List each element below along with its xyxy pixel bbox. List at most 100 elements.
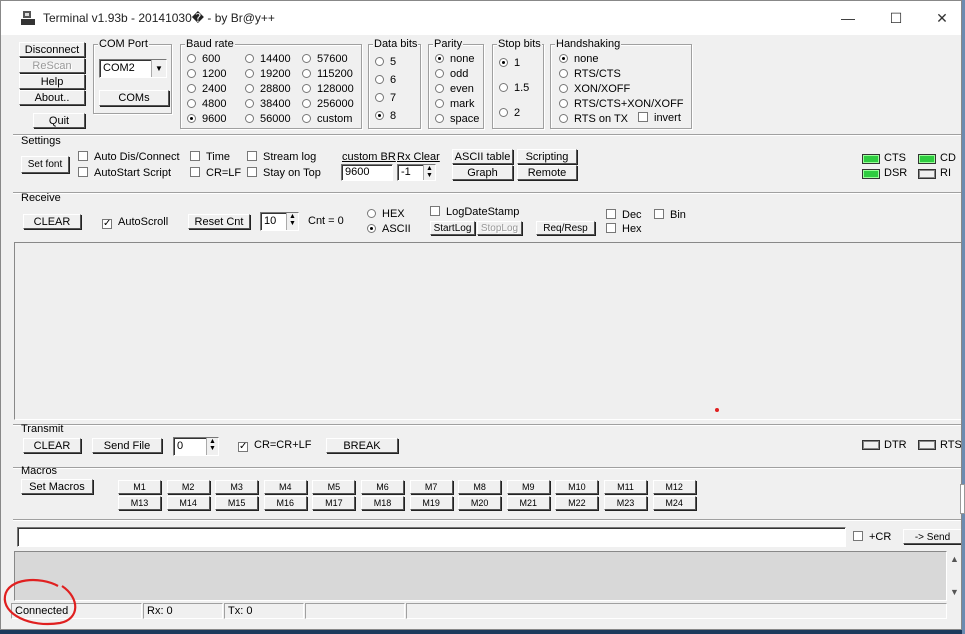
macro-button-m2[interactable]: M2 [166,480,210,494]
stop-bits-radio-1.5[interactable]: 1.5 [499,82,529,94]
send-file-button[interactable]: Send File [92,438,162,453]
help-button[interactable]: Help [19,74,85,89]
baud-radio-115200[interactable]: 115200 [302,68,353,80]
remote-button[interactable]: Remote [517,165,577,180]
quit-button[interactable]: Quit [33,113,85,128]
auto-dis-connect-checkbox[interactable]: Auto Dis/Connect [78,151,180,163]
scroll-up-icon[interactable]: ▲ [950,554,959,564]
send-input[interactable] [17,527,846,547]
req-resp-button[interactable]: Req/Resp [536,221,595,235]
cr-lf-checkbox[interactable]: CR=LF [190,167,241,179]
handshaking-radio-2[interactable]: XON/XOFF [559,83,630,95]
macro-button-m16[interactable]: M16 [263,496,307,510]
stop-bits-radio-1[interactable]: 1 [499,57,520,69]
macro-button-m17[interactable]: M17 [312,496,356,510]
baud-radio-57600[interactable]: 57600 [302,53,348,65]
plus-cr-checkbox[interactable]: +CR [853,531,891,543]
startlog-button[interactable]: StartLog [430,221,475,235]
break-button[interactable]: BREAK [326,438,398,453]
baud-radio-600[interactable]: 600 [187,53,220,65]
transmit-history-area[interactable] [14,551,947,601]
macro-button-m10[interactable]: M10 [555,480,599,494]
data-bits-radio-7[interactable]: 7 [375,92,396,104]
com-port-select[interactable]: COM2 ▼ [99,59,167,78]
transmit-spin-input[interactable]: 0 ▲ ▼ [173,437,219,456]
macro-button-m24[interactable]: M24 [652,496,696,510]
about-button[interactable]: About.. [19,90,85,105]
cr-crlf-checkbox[interactable]: ✓ CR=CR+LF [238,439,311,452]
send-button[interactable]: -> Send [903,529,961,544]
macro-button-m23[interactable]: M23 [604,496,647,510]
transmit-clear-button[interactable]: CLEAR [23,438,81,453]
macro-button-m21[interactable]: M21 [506,496,550,510]
macro-button-m5[interactable]: M5 [312,480,356,494]
macro-button-m22[interactable]: M22 [555,496,599,510]
macro-button-m11[interactable]: M11 [604,480,647,494]
baud-radio-128000[interactable]: 128000 [302,83,354,95]
rx-clear-input[interactable]: -1 ▲ ▼ [397,164,436,181]
macro-button-m18[interactable]: M18 [361,496,404,510]
scroll-down-icon[interactable]: ▼ [950,587,959,597]
parity-radio-mark[interactable]: mark [435,98,474,110]
graph-button[interactable]: Graph [452,165,513,180]
handshaking-radio-1[interactable]: RTS/CTS [559,68,621,80]
chevron-down-icon[interactable]: ▼ [151,60,166,77]
parity-radio-none[interactable]: none [435,53,474,65]
logdatestamp-checkbox[interactable]: LogDateStamp [430,206,519,218]
dec-checkbox[interactable]: Dec [606,209,642,221]
macro-button-m13[interactable]: M13 [118,496,161,510]
macro-button-m8[interactable]: M8 [458,480,502,494]
stoplog-button[interactable]: StopLog [477,221,522,235]
set-macros-button[interactable]: Set Macros [21,479,93,494]
macro-button-m9[interactable]: M9 [506,480,550,494]
hex-radio[interactable]: HEX [367,208,405,220]
disconnect-button[interactable]: Disconnect [19,42,85,57]
macro-button-m12[interactable]: M12 [652,480,696,494]
ascii-radio[interactable]: ASCII [367,223,411,235]
coms-button[interactable]: COMs [99,90,169,106]
receive-text-area[interactable] [14,242,961,420]
macro-button-m1[interactable]: M1 [118,480,161,494]
set-font-button[interactable]: Set font [21,156,69,173]
data-bits-radio-6[interactable]: 6 [375,74,396,86]
handshaking-radio-3[interactable]: RTS/CTS+XON/XOFF [559,98,684,110]
history-scrollbar[interactable]: ▲ ▼ [947,551,961,601]
invert-checkbox[interactable]: invert [638,112,681,124]
stop-bits-radio-2[interactable]: 2 [499,107,520,119]
ascii-table-button[interactable]: ASCII table [452,149,513,164]
spinner-arrows-icon[interactable]: ▲ ▼ [423,165,435,180]
receive-clear-button[interactable]: CLEAR [23,214,81,229]
parity-radio-odd[interactable]: odd [435,68,468,80]
macro-button-m7[interactable]: M7 [409,480,453,494]
autostart-script-checkbox[interactable]: AutoStart Script [78,167,171,179]
rescan-button[interactable]: ReScan [19,58,85,73]
time-checkbox[interactable]: Time [190,151,230,163]
baud-radio-38400[interactable]: 38400 [245,98,291,110]
spinner-arrows-icon[interactable]: ▲ ▼ [286,213,298,230]
macro-button-m19[interactable]: M19 [409,496,453,510]
macro-button-m4[interactable]: M4 [263,480,307,494]
scripting-button[interactable]: Scripting [517,149,577,164]
custom-br-input[interactable]: 9600 [341,164,393,181]
macro-button-m14[interactable]: M14 [166,496,210,510]
data-bits-radio-8[interactable]: 8 [375,110,396,122]
baud-radio-2400[interactable]: 2400 [187,83,226,95]
parity-radio-space[interactable]: space [435,113,479,125]
macro-button-m20[interactable]: M20 [458,496,502,510]
baud-radio-4800[interactable]: 4800 [187,98,226,110]
stay-on-top-checkbox[interactable]: Stay on Top [247,167,321,179]
minimize-button[interactable]: — [825,1,871,35]
close-button[interactable]: ✕ [919,1,961,35]
baud-radio-19200[interactable]: 19200 [245,68,291,80]
baud-radio-1200[interactable]: 1200 [187,68,226,80]
stream-log-checkbox[interactable]: Stream log [247,151,316,163]
reset-cnt-button[interactable]: Reset Cnt [188,214,250,229]
baud-radio-28800[interactable]: 28800 [245,83,291,95]
handshaking-radio-4[interactable]: RTS on TX [559,113,628,125]
parity-radio-even[interactable]: even [435,83,474,95]
bin-checkbox[interactable]: Bin [654,209,686,221]
autoscroll-checkbox[interactable]: ✓ AutoScroll [102,216,168,229]
macro-button-m15[interactable]: M15 [215,496,259,510]
baud-radio-56000[interactable]: 56000 [245,113,291,125]
hex-checkbox[interactable]: Hex [606,223,642,235]
